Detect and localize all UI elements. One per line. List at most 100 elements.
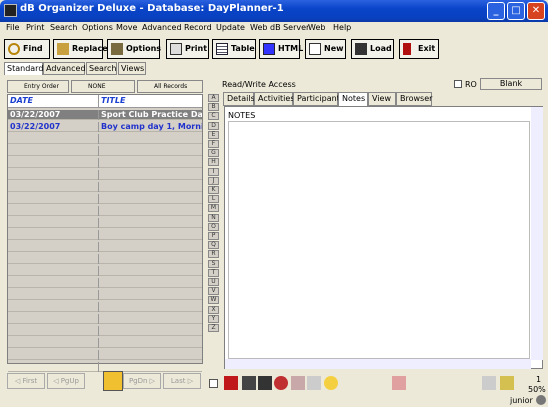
table-row[interactable]	[8, 242, 202, 252]
lightbulb-icon[interactable]	[324, 376, 338, 390]
blank-button[interactable]: Blank	[480, 78, 542, 90]
prev-record-icon[interactable]	[482, 376, 496, 390]
alpha-letter-c[interactable]: C	[208, 112, 219, 121]
alpha-letter-w[interactable]: W	[208, 296, 219, 305]
sort-order-button[interactable]: Entry Order	[7, 80, 69, 93]
last-button[interactable]: Last ▷	[163, 373, 201, 389]
alpha-letter-i[interactable]: I	[208, 167, 219, 176]
menu-record[interactable]: Record	[184, 23, 212, 32]
report-icon[interactable]	[392, 376, 406, 390]
table-row[interactable]	[8, 338, 202, 348]
filter-button[interactable]: NONE	[71, 80, 135, 93]
trash-icon[interactable]	[258, 376, 272, 390]
table-row[interactable]	[8, 134, 202, 144]
table-row[interactable]: 03/22/2007 Sport Club Practice Da	[8, 110, 202, 120]
tab-views[interactable]: Views	[118, 62, 146, 75]
replace-button[interactable]: Replace	[53, 39, 108, 59]
table-row[interactable]	[8, 206, 202, 216]
alpha-letter-m[interactable]: M	[208, 204, 219, 213]
html-button[interactable]: HTML	[259, 39, 303, 59]
table-row[interactable]: 03/22/2007 Boy camp day 1, Morni	[8, 122, 202, 132]
tab-search[interactable]: Search	[86, 62, 117, 75]
alpha-letter-k[interactable]: K	[208, 186, 219, 194]
menu-web[interactable]: Web	[308, 23, 325, 32]
table-row[interactable]	[8, 194, 202, 204]
tab-view[interactable]: View	[368, 92, 396, 106]
alpha-letter-e[interactable]: E	[208, 130, 219, 139]
alpha-letter-q[interactable]: Q	[208, 241, 219, 250]
close-button[interactable]: ✕	[527, 2, 545, 20]
tab-notes[interactable]: Notes	[338, 92, 368, 106]
records-button[interactable]: All Records	[137, 80, 203, 93]
horizontal-scrollbar[interactable]	[225, 359, 531, 369]
load-button[interactable]: Load	[351, 39, 394, 59]
tab-advanced[interactable]: Advanced	[43, 62, 86, 75]
table-row[interactable]	[8, 350, 202, 360]
alpha-letter-v[interactable]: V	[208, 287, 219, 296]
alpha-letter-d[interactable]: D	[208, 121, 219, 130]
paste-icon[interactable]	[307, 376, 321, 390]
pgup-button[interactable]: ◁ PgUp	[47, 373, 85, 389]
alpha-letter-a[interactable]: A	[208, 94, 219, 102]
menu-web-db-server[interactable]: Web dB Server	[250, 23, 309, 32]
table-button[interactable]: Table	[212, 39, 256, 59]
table-row[interactable]	[8, 146, 202, 156]
table-row[interactable]	[8, 290, 202, 300]
table-row[interactable]	[8, 278, 202, 288]
check-box[interactable]	[209, 379, 218, 388]
next-record-icon[interactable]	[500, 376, 514, 390]
table-row[interactable]	[8, 170, 202, 180]
alpha-letter-b[interactable]: B	[208, 103, 219, 112]
table-row[interactable]	[8, 326, 202, 336]
first-button[interactable]: ◁ First	[7, 373, 45, 389]
exit-button[interactable]: Exit	[399, 39, 439, 59]
alpha-letter-s[interactable]: S	[208, 259, 219, 268]
pgdn-button[interactable]: PgDn ▷	[123, 373, 161, 389]
tab-browser[interactable]: Browser	[396, 92, 432, 106]
copy-icon[interactable]	[291, 376, 305, 390]
table-row[interactable]	[8, 230, 202, 240]
alpha-letter-z[interactable]: Z	[208, 324, 219, 332]
alpha-letter-u[interactable]: U	[208, 278, 219, 286]
ro-checkbox[interactable]	[454, 80, 462, 88]
table-row[interactable]	[8, 266, 202, 276]
alpha-letter-j[interactable]: J	[208, 176, 219, 185]
minimize-button[interactable]: _	[487, 2, 505, 20]
alpha-letter-l[interactable]: L	[208, 195, 219, 204]
menu-print[interactable]: Print	[26, 23, 44, 32]
alpha-letter-n[interactable]: N	[208, 213, 219, 222]
find-button[interactable]: Find	[4, 39, 50, 59]
alpha-letter-f[interactable]: F	[208, 140, 219, 148]
tab-standard[interactable]: Standard	[4, 62, 43, 75]
refresh-icon[interactable]	[274, 376, 288, 390]
notes-textarea[interactable]	[228, 121, 530, 359]
table-row[interactable]	[8, 314, 202, 324]
calendar-grid-icon[interactable]	[103, 371, 123, 391]
tab-details[interactable]: Details	[223, 92, 255, 106]
column-header-title[interactable]: TITLE	[98, 95, 202, 108]
menu-move[interactable]: Move	[116, 23, 137, 32]
options-button[interactable]: Options	[107, 39, 161, 59]
alpha-letter-r[interactable]: R	[208, 250, 219, 259]
table-row[interactable]	[8, 218, 202, 228]
menu-file[interactable]: File	[6, 23, 19, 32]
vertical-scrollbar[interactable]	[531, 107, 543, 360]
maximize-button[interactable]: □	[507, 2, 525, 20]
table-row[interactable]	[8, 254, 202, 264]
table-row[interactable]	[8, 182, 202, 192]
table-row[interactable]	[8, 158, 202, 168]
new-button[interactable]: New	[305, 39, 346, 59]
menu-options[interactable]: Options	[82, 23, 113, 32]
back-arrow-icon[interactable]	[224, 376, 238, 390]
menu-advanced[interactable]: Advanced	[142, 23, 182, 32]
menu-help[interactable]: Help	[333, 23, 351, 32]
alpha-letter-o[interactable]: O	[208, 222, 219, 231]
print-button[interactable]: Print	[166, 39, 209, 59]
alpha-letter-p[interactable]: P	[208, 232, 219, 240]
alpha-letter-g[interactable]: G	[208, 149, 219, 158]
alpha-letter-x[interactable]: X	[208, 305, 219, 314]
alpha-letter-h[interactable]: H	[208, 158, 219, 167]
table-row[interactable]	[8, 302, 202, 312]
tab-participants[interactable]: Participants	[293, 92, 344, 106]
tab-activities[interactable]: Activities	[254, 92, 295, 106]
